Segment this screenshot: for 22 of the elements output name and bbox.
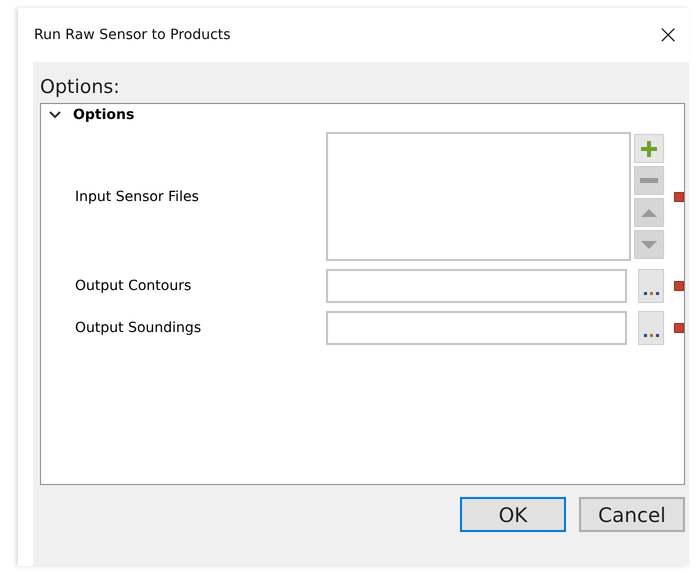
close-button[interactable]: ×	[653, 20, 683, 50]
ellipsis-icon	[644, 292, 659, 296]
field-label: Output Soundings	[74, 320, 202, 336]
section-title: Options	[73, 107, 134, 123]
up-triangle-icon	[641, 208, 658, 216]
chevron-icon[interactable]	[49, 110, 61, 120]
field-label: Output Contours	[74, 278, 192, 294]
down-triangle-icon	[641, 240, 658, 248]
list-box[interactable]	[326, 132, 632, 261]
cancel-button[interactable]: Cancel	[579, 497, 685, 532]
options-heading: Options:	[40, 76, 121, 98]
ellipsis-icon	[644, 334, 659, 338]
browse-button[interactable]	[638, 311, 664, 345]
ok-button[interactable]: OK	[460, 497, 566, 532]
field-label: Input Sensor Files	[74, 188, 200, 204]
add-button[interactable]	[634, 134, 664, 163]
plus-icon	[640, 140, 658, 158]
browse-button[interactable]	[638, 269, 664, 303]
input-field[interactable]	[326, 311, 628, 345]
input-field[interactable]	[326, 269, 628, 303]
window-title: Run Raw Sensor to Products	[34, 27, 231, 43]
minus-icon	[640, 178, 658, 183]
